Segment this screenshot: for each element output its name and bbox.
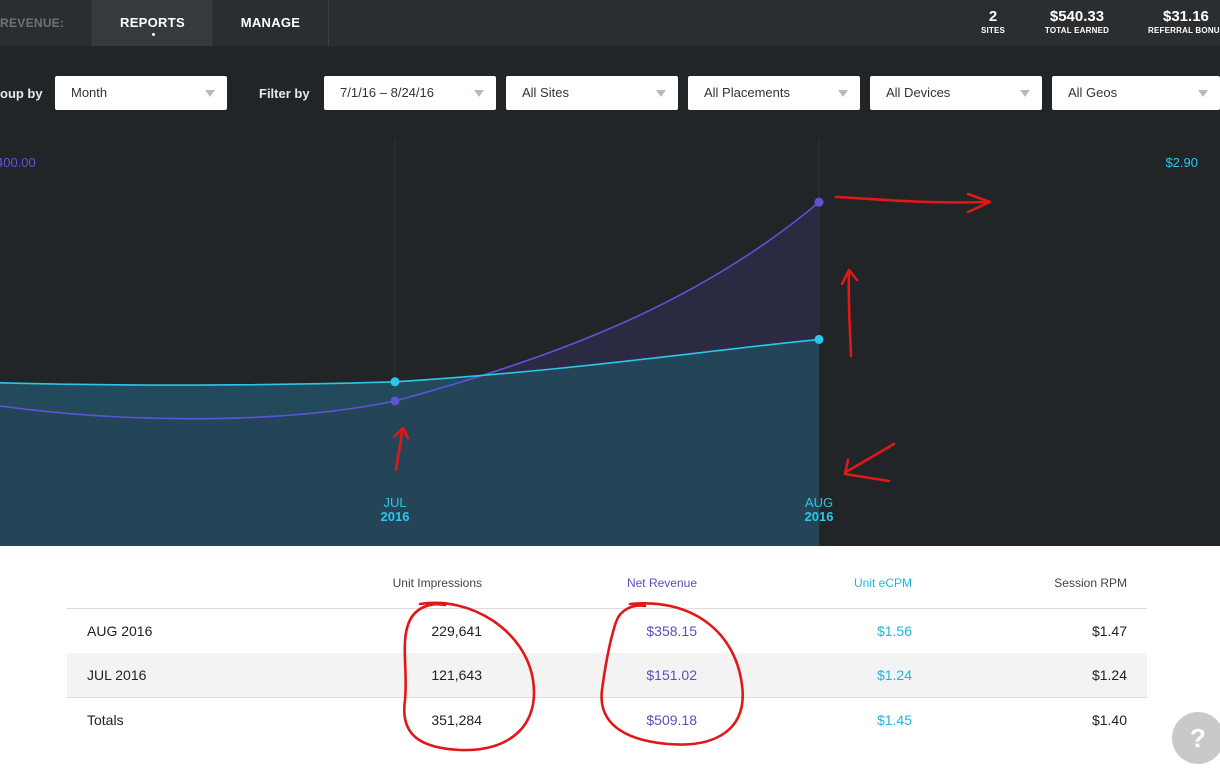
ecpm-area-overlap bbox=[0, 339, 819, 546]
table-row: AUG 2016 229,641 $358.15 $1.56 $1.47 bbox=[67, 609, 1147, 653]
totals-rpm: $1.40 bbox=[1091, 712, 1127, 728]
totals-impressions: 351,284 bbox=[431, 712, 482, 728]
revenue-point-jul[interactable] bbox=[390, 396, 400, 406]
x-tick-aug-month: AUG bbox=[805, 495, 833, 510]
caret-down-icon bbox=[1020, 90, 1030, 97]
col-header-revenue[interactable]: Net Revenue bbox=[575, 576, 697, 590]
col-header-rpm[interactable]: Session RPM bbox=[1005, 576, 1127, 590]
devices-value: All Devices bbox=[886, 85, 951, 100]
row-period: AUG 2016 bbox=[87, 623, 153, 639]
stat-referral-bonus-value: $31.16 bbox=[1163, 8, 1209, 25]
table-totals-row: Totals 351,284 $509.18 $1.45 $1.40 bbox=[67, 698, 1147, 742]
ecpm-point-jul[interactable] bbox=[390, 377, 400, 387]
active-tab-indicator bbox=[151, 33, 155, 36]
stat-total-earned-value: $540.33 bbox=[1049, 8, 1105, 25]
caret-down-icon bbox=[656, 90, 666, 97]
row-period: JUL 2016 bbox=[87, 667, 147, 683]
stat-sites: 2 SITES bbox=[962, 8, 1024, 36]
ecpm-point-aug[interactable] bbox=[814, 334, 824, 344]
tab-reports[interactable]: REPORTS bbox=[92, 0, 212, 46]
tab-reports-label: REPORTS bbox=[120, 15, 185, 30]
right-axis-label: $2.90 bbox=[1165, 155, 1198, 170]
col-header-impressions[interactable]: Unit Impressions bbox=[360, 576, 482, 590]
caret-down-icon bbox=[1198, 90, 1208, 97]
stat-sites-value: 2 bbox=[988, 8, 998, 25]
date-range-select[interactable]: 7/1/16 – 8/24/16 bbox=[324, 76, 496, 110]
geos-select[interactable]: All Geos bbox=[1052, 76, 1220, 110]
stat-sites-label: SITES bbox=[980, 26, 1006, 35]
stat-total-earned: $540.33 TOTAL EARNED bbox=[1036, 8, 1118, 36]
placements-value: All Placements bbox=[704, 85, 790, 100]
caret-down-icon bbox=[474, 90, 484, 97]
x-tick-jul-year: 2016 bbox=[381, 509, 410, 524]
row-revenue: $151.02 bbox=[646, 667, 697, 683]
row-rpm: $1.24 bbox=[1091, 667, 1127, 683]
row-impressions: 121,643 bbox=[431, 667, 482, 683]
group-by-value: Month bbox=[71, 85, 108, 100]
sites-value: All Sites bbox=[522, 85, 569, 100]
row-rpm: $1.47 bbox=[1091, 623, 1127, 639]
group-by-label: oup by bbox=[0, 86, 43, 101]
row-ecpm: $1.24 bbox=[876, 667, 912, 683]
top-navigation-bar: REVENUE: REPORTS MANAGE 2 SITES $540.33 … bbox=[0, 0, 1220, 46]
col-header-ecpm[interactable]: Unit eCPM bbox=[790, 576, 912, 590]
row-impressions: 229,641 bbox=[431, 623, 482, 639]
row-revenue: $358.15 bbox=[646, 623, 697, 639]
stat-referral-bonus: $31.16 REFERRAL BONUS bbox=[1140, 8, 1220, 36]
stat-referral-bonus-label: REFERRAL BONUS bbox=[1148, 26, 1220, 35]
revenue-brand-label: REVENUE: bbox=[0, 16, 65, 30]
row-ecpm: $1.56 bbox=[876, 623, 912, 639]
help-button[interactable]: ? bbox=[1172, 712, 1220, 764]
caret-down-icon bbox=[838, 90, 848, 97]
placements-select[interactable]: All Placements bbox=[688, 76, 860, 110]
left-axis-label: 400.00 bbox=[0, 155, 36, 170]
x-tick-aug-year: 2016 bbox=[805, 509, 834, 524]
totals-ecpm: $1.45 bbox=[876, 712, 912, 728]
stat-total-earned-label: TOTAL EARNED bbox=[1044, 26, 1110, 35]
x-tick-jul-month: JUL bbox=[383, 495, 406, 510]
geos-value: All Geos bbox=[1068, 85, 1118, 100]
tab-manage[interactable]: MANAGE bbox=[211, 0, 329, 46]
nav-divider bbox=[328, 0, 329, 46]
tab-manage-label: MANAGE bbox=[240, 15, 301, 30]
help-icon: ? bbox=[1190, 723, 1206, 753]
group-by-select[interactable]: Month bbox=[55, 76, 227, 110]
devices-select[interactable]: All Devices bbox=[870, 76, 1042, 110]
revenue-point-aug[interactable] bbox=[814, 197, 824, 207]
revenue-chart: 400.00 $2.90 JUL 2016 AUG 2016 bbox=[0, 140, 1220, 546]
filter-by-label: Filter by bbox=[259, 86, 310, 101]
date-range-value: 7/1/16 – 8/24/16 bbox=[340, 85, 434, 100]
chart-empty-area bbox=[819, 140, 1220, 546]
caret-down-icon bbox=[205, 90, 215, 97]
table-row: JUL 2016 121,643 $151.02 $1.24 $1.24 bbox=[67, 653, 1147, 697]
totals-label: Totals bbox=[87, 712, 124, 728]
sites-select[interactable]: All Sites bbox=[506, 76, 678, 110]
totals-revenue: $509.18 bbox=[646, 712, 697, 728]
